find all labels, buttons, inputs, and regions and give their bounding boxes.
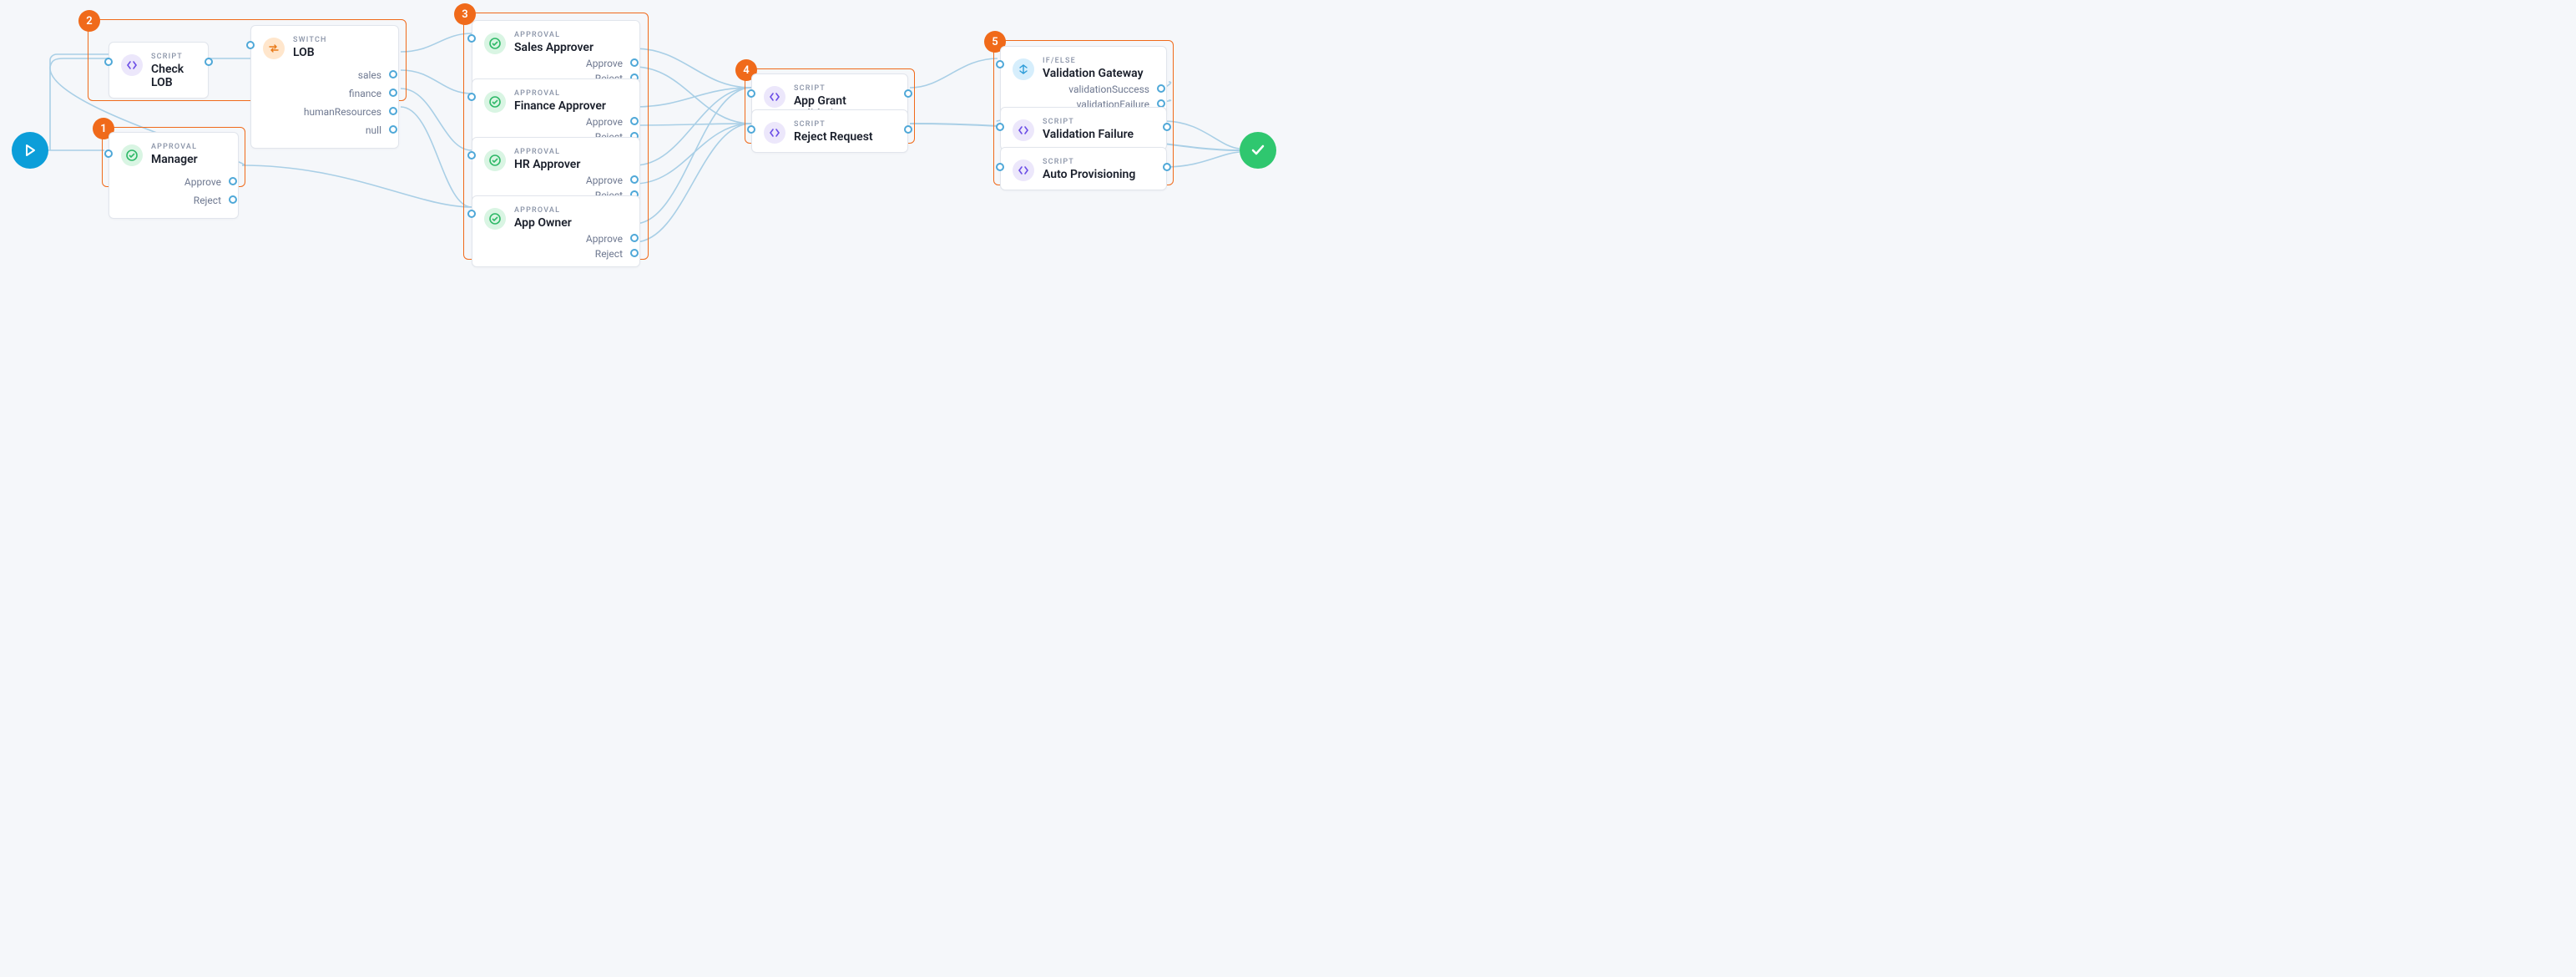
group-badge-2: 2 (78, 10, 100, 32)
output-approve[interactable]: Approve (151, 173, 221, 191)
node-title: Validation Failure (1043, 128, 1154, 141)
output-validation-success[interactable]: validationSuccess (1043, 82, 1149, 97)
node-type: APPROVAL (514, 148, 628, 156)
script-icon (1013, 119, 1034, 141)
output-port[interactable] (1163, 123, 1171, 131)
input-port[interactable] (996, 163, 1004, 171)
input-port[interactable] (747, 89, 755, 98)
node-type: SCRIPT (151, 53, 196, 61)
approval-icon (484, 33, 506, 54)
node-validation-failure[interactable]: SCRIPT Validation Failure (1000, 107, 1167, 150)
output-reject[interactable]: Reject (514, 246, 623, 261)
node-auto-provisioning[interactable]: SCRIPT Auto Provisioning (1000, 147, 1167, 190)
node-type: APPROVAL (514, 206, 628, 215)
output-finance[interactable]: finance (293, 84, 381, 103)
node-type: SCRIPT (794, 120, 896, 129)
input-port[interactable] (747, 125, 755, 134)
input-port[interactable] (467, 210, 476, 218)
node-reject-request[interactable]: SCRIPT Reject Request (751, 109, 908, 153)
script-icon (121, 54, 143, 76)
node-title: Sales Approver (514, 41, 628, 54)
node-title: App Owner (514, 216, 628, 230)
output-port[interactable] (205, 58, 213, 66)
output-null[interactable]: null (293, 121, 381, 139)
input-port[interactable] (996, 60, 1004, 68)
output-reject[interactable]: Reject (151, 191, 221, 210)
ifelse-icon (1013, 58, 1034, 80)
node-type: APPROVAL (151, 143, 226, 151)
node-title: Manager (151, 153, 226, 166)
node-type: SCRIPT (1043, 158, 1154, 166)
output-approve[interactable]: Approve (514, 231, 623, 246)
node-switch-lob[interactable]: SWITCH LOB sales finance humanResources … (250, 25, 399, 149)
node-title: HR Approver (514, 158, 628, 171)
output-human-resources[interactable]: humanResources (293, 103, 381, 121)
node-type: SCRIPT (1043, 118, 1154, 126)
output-sales[interactable]: sales (293, 66, 381, 84)
check-icon (1250, 143, 1265, 158)
approval-icon (121, 144, 143, 166)
output-port[interactable] (904, 125, 912, 134)
node-type: APPROVAL (514, 31, 628, 39)
output-port[interactable] (904, 89, 912, 98)
script-icon (764, 122, 785, 144)
input-port[interactable] (467, 93, 476, 101)
node-title: Reject Request (794, 130, 896, 144)
node-type: IF/ELSE (1043, 57, 1154, 65)
node-app-owner[interactable]: APPROVAL App Owner Approve Reject (472, 195, 640, 267)
output-approve[interactable]: Approve (514, 56, 623, 71)
output-approve[interactable]: Approve (514, 173, 623, 188)
input-port[interactable] (467, 151, 476, 159)
node-title: Auto Provisioning (1043, 168, 1154, 181)
input-port[interactable] (104, 58, 113, 66)
node-title: Check LOB (151, 63, 196, 89)
input-port[interactable] (996, 123, 1004, 131)
input-port[interactable] (246, 41, 255, 49)
output-port[interactable] (1163, 163, 1171, 171)
node-title: Validation Gateway (1043, 67, 1154, 80)
node-manager[interactable]: APPROVAL Manager Approve Reject (109, 132, 239, 219)
input-port[interactable] (104, 149, 113, 158)
start-node[interactable] (12, 132, 48, 169)
node-type: SWITCH (293, 36, 386, 44)
node-check-lob[interactable]: SCRIPT Check LOB (109, 42, 209, 99)
node-title: LOB (293, 46, 386, 59)
play-icon (23, 144, 37, 157)
node-type: SCRIPT (794, 84, 896, 93)
approval-icon (484, 91, 506, 113)
switch-icon (263, 38, 285, 59)
input-port[interactable] (467, 34, 476, 43)
script-icon (764, 86, 785, 108)
node-title: Finance Approver (514, 99, 628, 113)
node-type: APPROVAL (514, 89, 628, 98)
output-approve[interactable]: Approve (514, 114, 623, 129)
end-node[interactable] (1240, 132, 1276, 169)
approval-icon (484, 208, 506, 230)
approval-icon (484, 149, 506, 171)
script-icon (1013, 159, 1034, 181)
